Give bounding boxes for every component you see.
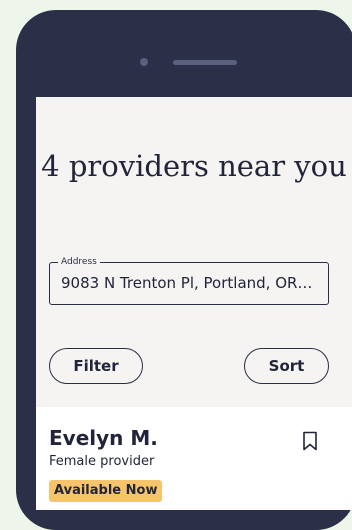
address-value[interactable]: 9083 N Trenton Pl, Portland, OR… [61,273,312,293]
camera-dot [140,58,148,66]
address-label: Address [58,256,100,268]
sort-button[interactable]: Sort [244,348,329,384]
bookmark-icon[interactable] [302,431,318,451]
provider-card[interactable]: Evelyn M. Female provider Available Now [36,407,352,510]
phone-screen: 4 providers near you Address 9083 N Tren… [36,97,352,510]
provider-gender: Female provider [49,454,155,469]
speaker-grille [173,60,237,65]
availability-badge: Available Now [49,480,163,502]
address-field[interactable]: Address 9083 N Trenton Pl, Portland, OR… [49,256,329,305]
provider-name: Evelyn M. [49,426,158,450]
filter-button[interactable]: Filter [49,348,143,384]
page-title: 4 providers near you [41,149,347,183]
